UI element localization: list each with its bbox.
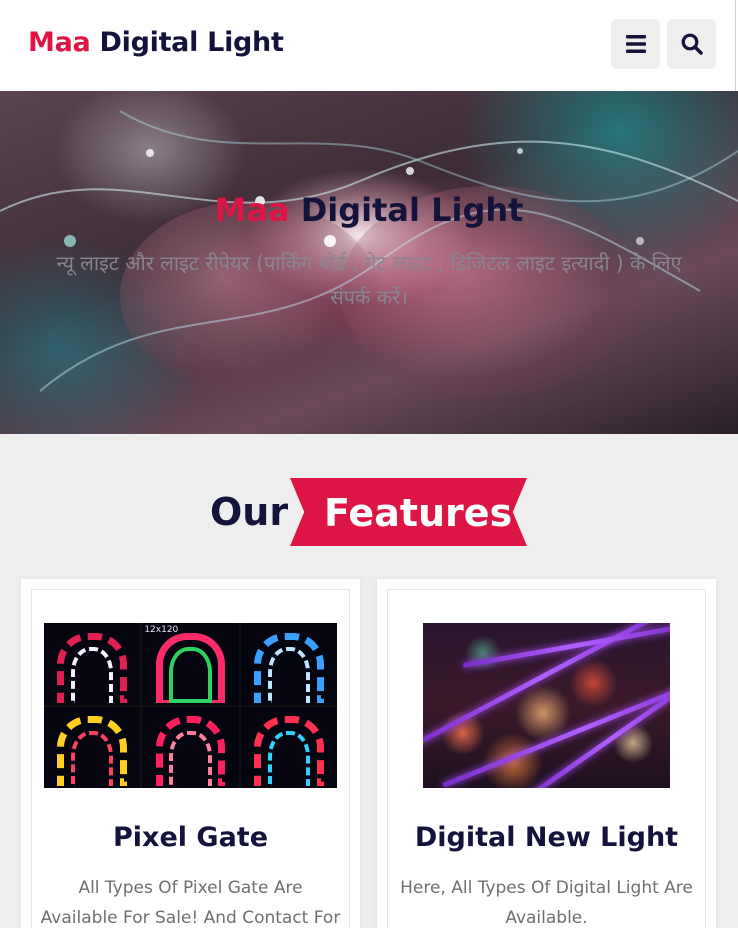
site-header: Maa Digital Light — [0, 0, 738, 91]
card-text: All Types Of Pixel Gate Are Available Fo… — [40, 878, 341, 928]
gate-thumb — [240, 623, 337, 705]
feature-card-inner: 12x120 Pixel Gate All Types Of Pixel Gat… — [31, 589, 350, 928]
hero-title-accent: Maa — [214, 191, 290, 229]
gate-arch-inner — [169, 730, 212, 787]
gate-arch-inner — [267, 647, 311, 703]
gate-size-label: 12x120 — [144, 625, 179, 635]
gate-thumb — [44, 623, 141, 705]
brand-accent: Maa — [28, 27, 91, 58]
gate-arch-inner — [169, 647, 212, 703]
feature-card-pixel-gate[interactable]: 12x120 Pixel Gate All Types Of Pixel Gat… — [21, 579, 360, 928]
features-heading: Our Features — [0, 478, 738, 546]
bars-icon — [625, 35, 646, 53]
gate-thumb — [44, 706, 141, 788]
menu-button[interactable] — [611, 19, 660, 69]
card-title: Pixel Gate — [112, 822, 269, 853]
light-strand — [442, 670, 670, 788]
brand-logo[interactable]: Maa Digital Light — [28, 27, 284, 58]
light-strand — [423, 623, 670, 748]
light-strand — [521, 672, 670, 788]
card-text: Here, All Types Of Digital Light Are Ava… — [400, 878, 693, 928]
features-heading-badge-label: Features — [324, 491, 513, 535]
feature-card-inner: Digital New Light Here, All Types Of Dig… — [387, 589, 706, 928]
hero-title: Maa Digital Light — [0, 191, 738, 229]
card-title: Digital New Light — [414, 822, 679, 853]
pixel-gate-image: 12x120 — [44, 623, 337, 788]
search-button[interactable] — [667, 19, 716, 69]
hero-banner: Maa Digital Light न्यू लाइट और लाइट रीपे… — [0, 91, 738, 434]
feature-card-digital-light[interactable]: Digital New Light Here, All Types Of Dig… — [377, 579, 716, 928]
gate-thumb: 12x120 — [142, 623, 239, 705]
search-icon — [681, 33, 703, 55]
gate-thumb — [240, 706, 337, 788]
scrollbar-track — [735, 0, 736, 91]
gate-thumb — [142, 706, 239, 788]
hero-title-rest: Digital Light — [300, 191, 524, 229]
hero-subtitle: न्यू लाइट और लाइट रीपेयर (पार्किंग बोर्ड… — [56, 251, 682, 309]
digital-light-image — [423, 623, 670, 788]
features-heading-plain: Our — [210, 490, 289, 534]
gate-arch-inner — [267, 730, 311, 787]
brand-name: Digital Light — [99, 27, 284, 58]
gate-arch-inner — [70, 647, 114, 703]
gate-arch-inner — [70, 730, 114, 787]
